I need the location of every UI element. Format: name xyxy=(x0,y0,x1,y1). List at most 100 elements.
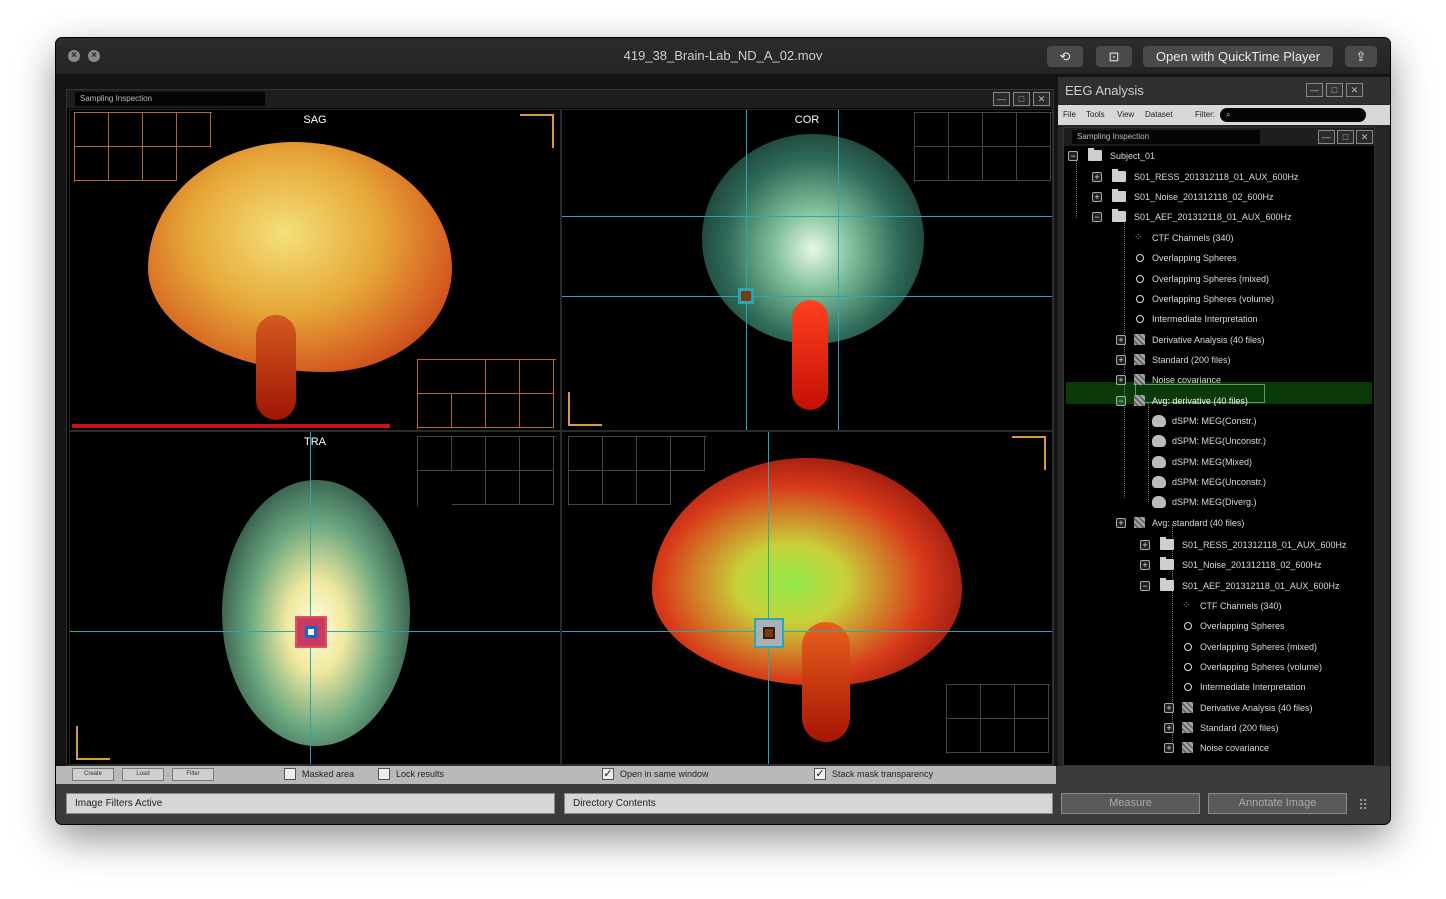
head-model-icon xyxy=(1152,456,1166,468)
roi-marker[interactable] xyxy=(295,616,327,648)
expand-icon[interactable]: + xyxy=(1116,355,1126,365)
collapse-icon[interactable]: − xyxy=(1140,581,1150,591)
dataset-icon xyxy=(1134,334,1145,345)
progress-bar xyxy=(72,424,390,428)
channels-icon: ⁘ xyxy=(1134,232,1143,243)
expand-icon[interactable]: + xyxy=(1116,518,1126,528)
controls-row: Create Load Filter Masked area Lock resu… xyxy=(56,766,1056,784)
share-icon: ⇪ xyxy=(1355,49,1367,64)
dataset-icon xyxy=(1182,722,1193,733)
filter-button[interactable]: Filter xyxy=(172,768,214,781)
head-model-icon xyxy=(1152,476,1166,488)
image-filters-field: Image Filters Active xyxy=(66,793,555,814)
expand-icon[interactable]: + xyxy=(1092,192,1102,202)
stack-mask-checkbox[interactable]: ✓ xyxy=(814,768,826,780)
collapse-icon[interactable]: − xyxy=(1092,212,1102,222)
collapse-icon[interactable]: − xyxy=(1068,151,1078,161)
resize-grip-icon[interactable]: ⠿ xyxy=(1358,796,1380,814)
directory-field: Directory Contents xyxy=(564,793,1053,814)
crosshair-v xyxy=(310,432,311,764)
share-button[interactable]: ⇪ xyxy=(1345,46,1377,67)
load-button[interactable]: Load xyxy=(122,768,164,781)
menu-bar: File Tools View Dataset Filter: ⌕ xyxy=(1058,105,1390,125)
crosshair-h xyxy=(562,631,1052,632)
subpanel-title: Sampling Inspection xyxy=(1072,130,1260,144)
transverse-brain-image xyxy=(222,480,410,746)
tra-view[interactable]: TRA xyxy=(69,431,561,765)
menu-tools[interactable]: Tools xyxy=(1086,105,1105,125)
crosshair-h xyxy=(562,296,1052,297)
menu-file[interactable]: File xyxy=(1063,105,1076,125)
trim-icon: ⊡ xyxy=(1108,49,1120,64)
open-quicktime-button[interactable]: Open with QuickTime Player xyxy=(1143,46,1333,67)
expand-icon[interactable]: + xyxy=(1140,560,1150,570)
title-bar: × × 419_38_Brain-Lab_ND_A_02.mov ⟲ ⊡ Ope… xyxy=(56,38,1390,75)
close-icon[interactable]: ✕ xyxy=(1346,83,1363,97)
menu-dataset[interactable]: Dataset xyxy=(1145,105,1173,125)
sphere-icon xyxy=(1184,663,1192,671)
expand-icon[interactable]: + xyxy=(1116,335,1126,345)
corner-marker xyxy=(1012,436,1046,470)
filter-input[interactable]: ⌕ xyxy=(1220,108,1366,122)
maximize-icon[interactable]: □ xyxy=(1013,92,1030,106)
brainstem-image xyxy=(256,315,296,420)
collapse-icon[interactable]: − xyxy=(1116,396,1126,406)
brainstem-image xyxy=(802,622,850,742)
sagittal-brain-image xyxy=(148,142,452,372)
measure-button[interactable]: Measure xyxy=(1061,793,1200,814)
sphere-icon xyxy=(1184,643,1192,651)
close-icon[interactable]: ✕ xyxy=(1033,92,1050,106)
corner-marker xyxy=(76,726,110,760)
masked-area-checkbox[interactable] xyxy=(284,768,296,780)
eeg-panel: EEG Analysis — □ ✕ File Tools View Datas… xyxy=(1058,77,1390,766)
expand-icon[interactable]: + xyxy=(1140,540,1150,550)
minimize-icon[interactable]: — xyxy=(1306,83,1323,97)
expand-icon[interactable]: + xyxy=(1092,172,1102,182)
slice-grid xyxy=(74,112,212,182)
maximize-icon[interactable]: □ xyxy=(1337,130,1354,144)
sag-view[interactable]: SAG xyxy=(69,109,561,431)
viewer-title: Sampling Inspection xyxy=(75,92,265,106)
create-button[interactable]: Create xyxy=(72,768,114,781)
folder-icon xyxy=(1112,189,1126,202)
folder-icon xyxy=(1160,537,1174,550)
expand-icon[interactable]: + xyxy=(1164,703,1174,713)
head-model-icon xyxy=(1152,415,1166,427)
close-icon[interactable]: ✕ xyxy=(1356,130,1373,144)
annotate-button[interactable]: Annotate Image xyxy=(1208,793,1347,814)
lock-results-label: Lock results xyxy=(396,769,445,779)
folder-open-icon xyxy=(1160,578,1174,591)
viewer-window: Sampling Inspection — □ ✕ SAG COR TRA xyxy=(66,89,1054,766)
expand-icon[interactable]: + xyxy=(1164,743,1174,753)
rotate-button[interactable]: ⟲ xyxy=(1047,46,1083,67)
open-same-window-label: Open in same window xyxy=(620,769,709,779)
3d-view[interactable] xyxy=(561,431,1053,765)
crosshair-h xyxy=(562,216,1052,217)
slice-grid xyxy=(417,359,556,429)
lock-results-checkbox[interactable] xyxy=(378,768,390,780)
slice-grid xyxy=(568,436,707,506)
sphere-icon xyxy=(1184,683,1192,691)
minimize-icon[interactable]: — xyxy=(993,92,1010,106)
expand-icon[interactable]: + xyxy=(1164,723,1174,733)
slice-grid xyxy=(946,684,1050,754)
maximize-icon[interactable]: □ xyxy=(1326,83,1343,97)
cor-view[interactable]: COR xyxy=(561,109,1053,431)
dataset-icon xyxy=(1182,702,1193,713)
sphere-icon xyxy=(1136,315,1144,323)
open-same-window-checkbox[interactable]: ✓ xyxy=(602,768,614,780)
viewer-header: Sampling Inspection — □ ✕ xyxy=(67,90,1053,108)
dataset-icon xyxy=(1134,354,1145,365)
roi-marker[interactable] xyxy=(754,618,784,648)
roi-marker[interactable] xyxy=(738,288,754,304)
tree-header: Sampling Inspection — □ ✕ xyxy=(1064,128,1374,146)
brainstem-image xyxy=(792,300,828,410)
search-icon: ⌕ xyxy=(1226,110,1231,119)
folder-icon xyxy=(1112,169,1126,182)
sphere-icon xyxy=(1136,254,1144,262)
menu-view[interactable]: View xyxy=(1117,105,1134,125)
minimize-icon[interactable]: — xyxy=(1318,130,1335,144)
trim-button[interactable]: ⊡ xyxy=(1096,46,1132,67)
expand-icon[interactable]: + xyxy=(1116,375,1126,385)
slice-grid xyxy=(914,112,1052,182)
